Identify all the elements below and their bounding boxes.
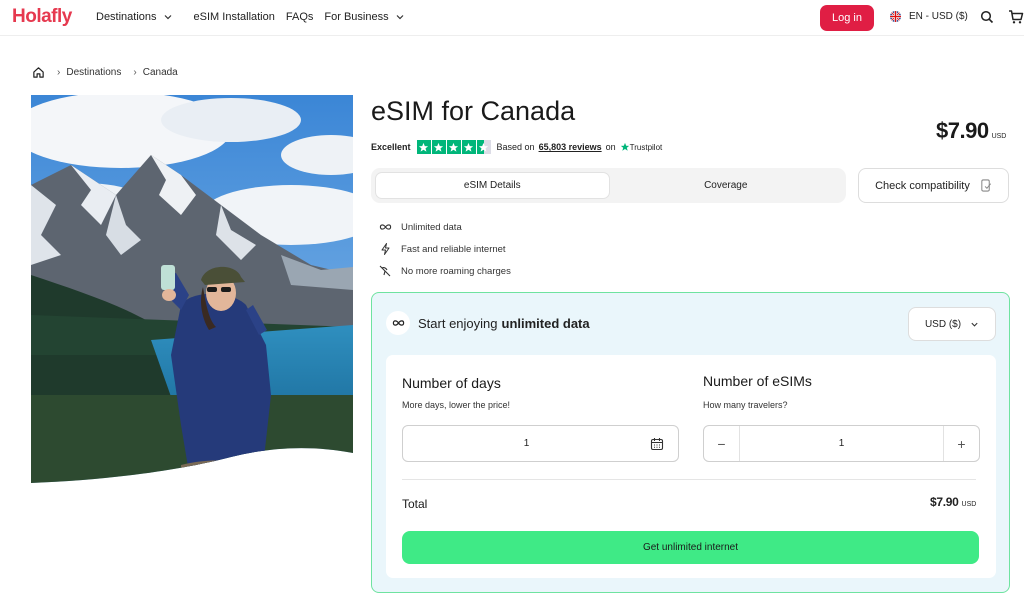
nav-esim-installation[interactable]: eSIM Installation [194, 11, 275, 23]
cart-icon[interactable] [1008, 9, 1024, 25]
plan-panel: Start enjoying unlimited data USD ($) Nu… [371, 292, 1010, 593]
trustpilot-label: Trustpilot [629, 142, 663, 152]
infinity-icon [378, 223, 392, 231]
nav-for-business-label: For Business [324, 11, 389, 23]
calendar-icon[interactable] [650, 437, 664, 451]
get-unlimited-internet-button[interactable]: Get unlimited internet [402, 531, 979, 564]
total-value: $7.90 USD [930, 495, 976, 509]
days-hint: More days, lower the price! [402, 400, 511, 410]
breadcrumb-separator: › [133, 67, 137, 78]
product-title: eSIM for Canada [371, 96, 576, 126]
reviews-link[interactable]: 65,803 reviews [539, 142, 602, 152]
check-compatibility-button[interactable]: Check compatibility [858, 168, 1009, 203]
feature-label: No more roaming charges [401, 265, 511, 277]
trustpilot-logo: Trustpilot [620, 142, 663, 152]
chevron-down-icon [164, 15, 171, 20]
star-icon [446, 140, 461, 154]
total-label: Total [402, 497, 428, 511]
search-icon[interactable] [980, 10, 994, 24]
nav-faqs-label: FAQs [285, 11, 314, 23]
feature-item: Fast and reliable internet [378, 238, 511, 260]
esims-label: Number of eSIMs [703, 373, 812, 389]
rating-stars [416, 140, 491, 154]
plan-card: Number of days More days, lower the pric… [386, 355, 996, 578]
price-currency: USD [991, 133, 1007, 140]
currency-select-label: USD ($) [924, 318, 962, 330]
price-amount: $7.90 [936, 118, 989, 143]
total-amount: $7.90 [930, 495, 959, 509]
language-label: EN - USD ($) [909, 11, 968, 22]
tab-coverage[interactable]: Coverage [610, 172, 843, 199]
feature-label: Fast and reliable internet [401, 243, 506, 255]
rating-based-on: Based on [496, 142, 535, 152]
plan-heading-bold: unlimited data [501, 315, 590, 331]
days-input[interactable]: 1 [402, 425, 679, 462]
plan-heading: Start enjoying unlimited data [386, 311, 590, 335]
nav-faqs[interactable]: FAQs [286, 11, 314, 23]
infinity-icon [386, 311, 410, 335]
tab-esim-details[interactable]: eSIM Details [375, 172, 610, 199]
check-compatibility-label: Check compatibility [875, 179, 970, 192]
esims-hint: How many travelers? [703, 400, 788, 410]
increment-button[interactable]: + [943, 426, 979, 461]
chevron-down-icon [971, 322, 978, 327]
holafly-logo[interactable]: Holafly [12, 6, 72, 28]
feature-list: Unlimited data Fast and reliable interne… [378, 216, 511, 282]
main-nav: Destinations eSIM Installation FAQs For … [96, 11, 416, 23]
site-header: Holafly Destinations eSIM Installation F… [0, 0, 1024, 36]
nav-destinations[interactable]: Destinations [96, 11, 183, 23]
hero-image [31, 95, 353, 485]
feature-label: Unlimited data [401, 221, 462, 233]
nav-for-business[interactable]: For Business [324, 11, 404, 23]
breadcrumb: › Destinations › Canada [32, 66, 178, 79]
trustpilot-star-icon [620, 142, 629, 151]
star-icon [416, 140, 431, 154]
breadcrumb-destinations[interactable]: Destinations [66, 67, 121, 78]
plan-heading-prefix: Start enjoying [418, 315, 498, 331]
rating-label: Excellent [371, 142, 411, 152]
lightning-icon [378, 243, 392, 255]
language-selector[interactable]: EN - USD ($) [890, 11, 968, 22]
decrement-button[interactable]: − [704, 426, 740, 461]
nav-esim-installation-label: eSIM Installation [193, 11, 275, 23]
trustpilot-rating: Excellent Based on 65,803 reviews on Tru… [371, 140, 662, 154]
divider [402, 479, 976, 480]
product-tabs: eSIM Details Coverage [371, 168, 846, 203]
star-icon [461, 140, 476, 154]
feature-item: Unlimited data [378, 216, 511, 238]
currency-select[interactable]: USD ($) [908, 307, 996, 341]
login-button[interactable]: Log in [820, 5, 874, 31]
breadcrumb-separator: › [57, 67, 61, 78]
phone-check-icon [981, 179, 991, 192]
star-icon [431, 140, 446, 154]
chevron-down-icon [396, 15, 404, 20]
esims-stepper: − 1 + [703, 425, 980, 462]
half-star-icon [476, 140, 491, 154]
days-label: Number of days [402, 375, 501, 391]
home-icon[interactable] [32, 66, 45, 79]
feature-item: No more roaming charges [378, 260, 511, 282]
breadcrumb-canada: Canada [142, 67, 178, 78]
total-currency: USD [961, 501, 977, 508]
rating-on: on [605, 142, 616, 152]
product-price: $7.90 USD [936, 118, 1006, 144]
no-roaming-icon [378, 265, 392, 277]
days-value: 1 [523, 438, 530, 449]
nav-destinations-label: Destinations [96, 11, 157, 23]
uk-flag-icon [890, 11, 901, 22]
esims-value[interactable]: 1 [740, 438, 943, 449]
